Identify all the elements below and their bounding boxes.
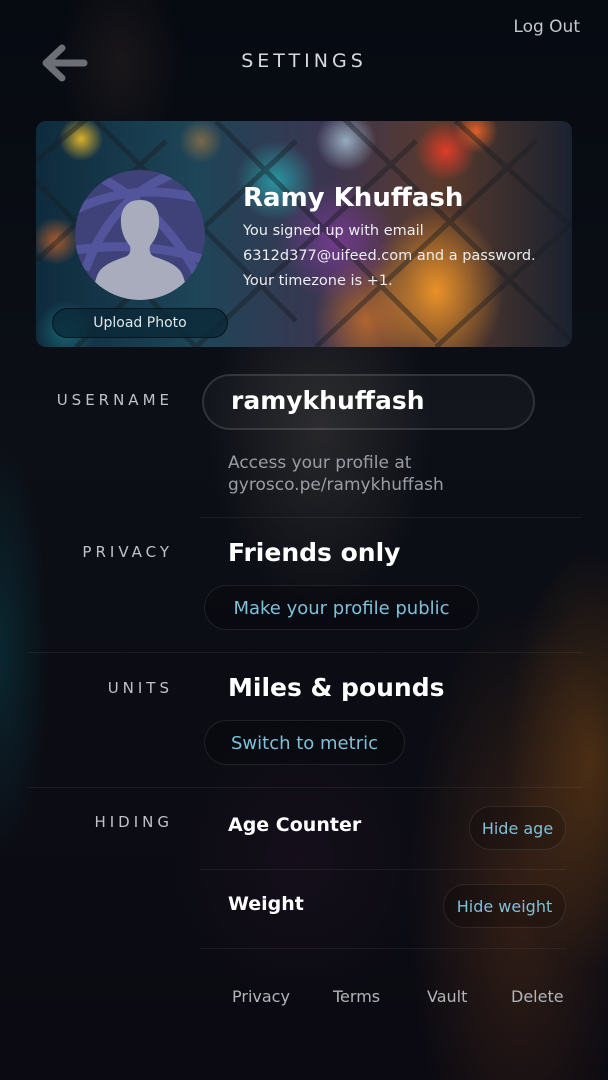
- age-counter-label: Age Counter: [228, 814, 362, 836]
- footer-link-terms[interactable]: Terms: [333, 987, 380, 1006]
- privacy-value: Friends only: [228, 538, 401, 567]
- signup-info: You signed up with email 6312d377@uifeed…: [243, 223, 536, 289]
- divider: [200, 517, 582, 518]
- user-silhouette-icon: [75, 170, 205, 300]
- units-label: UNITS: [107, 679, 173, 697]
- username-label: USERNAME: [56, 391, 173, 409]
- page-title: SETTINGS: [241, 50, 367, 72]
- username-input[interactable]: ramykhuffash: [202, 374, 535, 430]
- divider: [28, 787, 582, 788]
- upload-photo-button[interactable]: Upload Photo: [52, 308, 228, 338]
- divider: [28, 652, 582, 653]
- switch-to-metric-button[interactable]: Switch to metric: [204, 720, 405, 765]
- profile-name: Ramy Khuffash: [243, 183, 464, 213]
- units-value: Miles & pounds: [228, 673, 445, 702]
- profile-card: Upload Photo Ramy Khuffash You signed up…: [36, 121, 572, 347]
- privacy-label: PRIVACY: [82, 543, 173, 561]
- make-profile-public-button[interactable]: Make your profile public: [204, 585, 479, 630]
- hide-age-button[interactable]: Hide age: [469, 806, 566, 850]
- avatar[interactable]: [75, 170, 205, 300]
- divider: [200, 869, 566, 870]
- hide-weight-button[interactable]: Hide weight: [443, 884, 566, 928]
- profile-url-hint: Access your profile at gyrosco.pe/ramykh…: [228, 453, 444, 495]
- footer-link-privacy[interactable]: Privacy: [232, 987, 290, 1006]
- hiding-label: HIDING: [94, 813, 173, 831]
- weight-label: Weight: [228, 893, 304, 915]
- footer-link-delete[interactable]: Delete: [511, 987, 564, 1006]
- log-out-button[interactable]: Log Out: [513, 17, 580, 37]
- divider: [200, 948, 566, 949]
- footer-link-vault[interactable]: Vault: [427, 987, 467, 1006]
